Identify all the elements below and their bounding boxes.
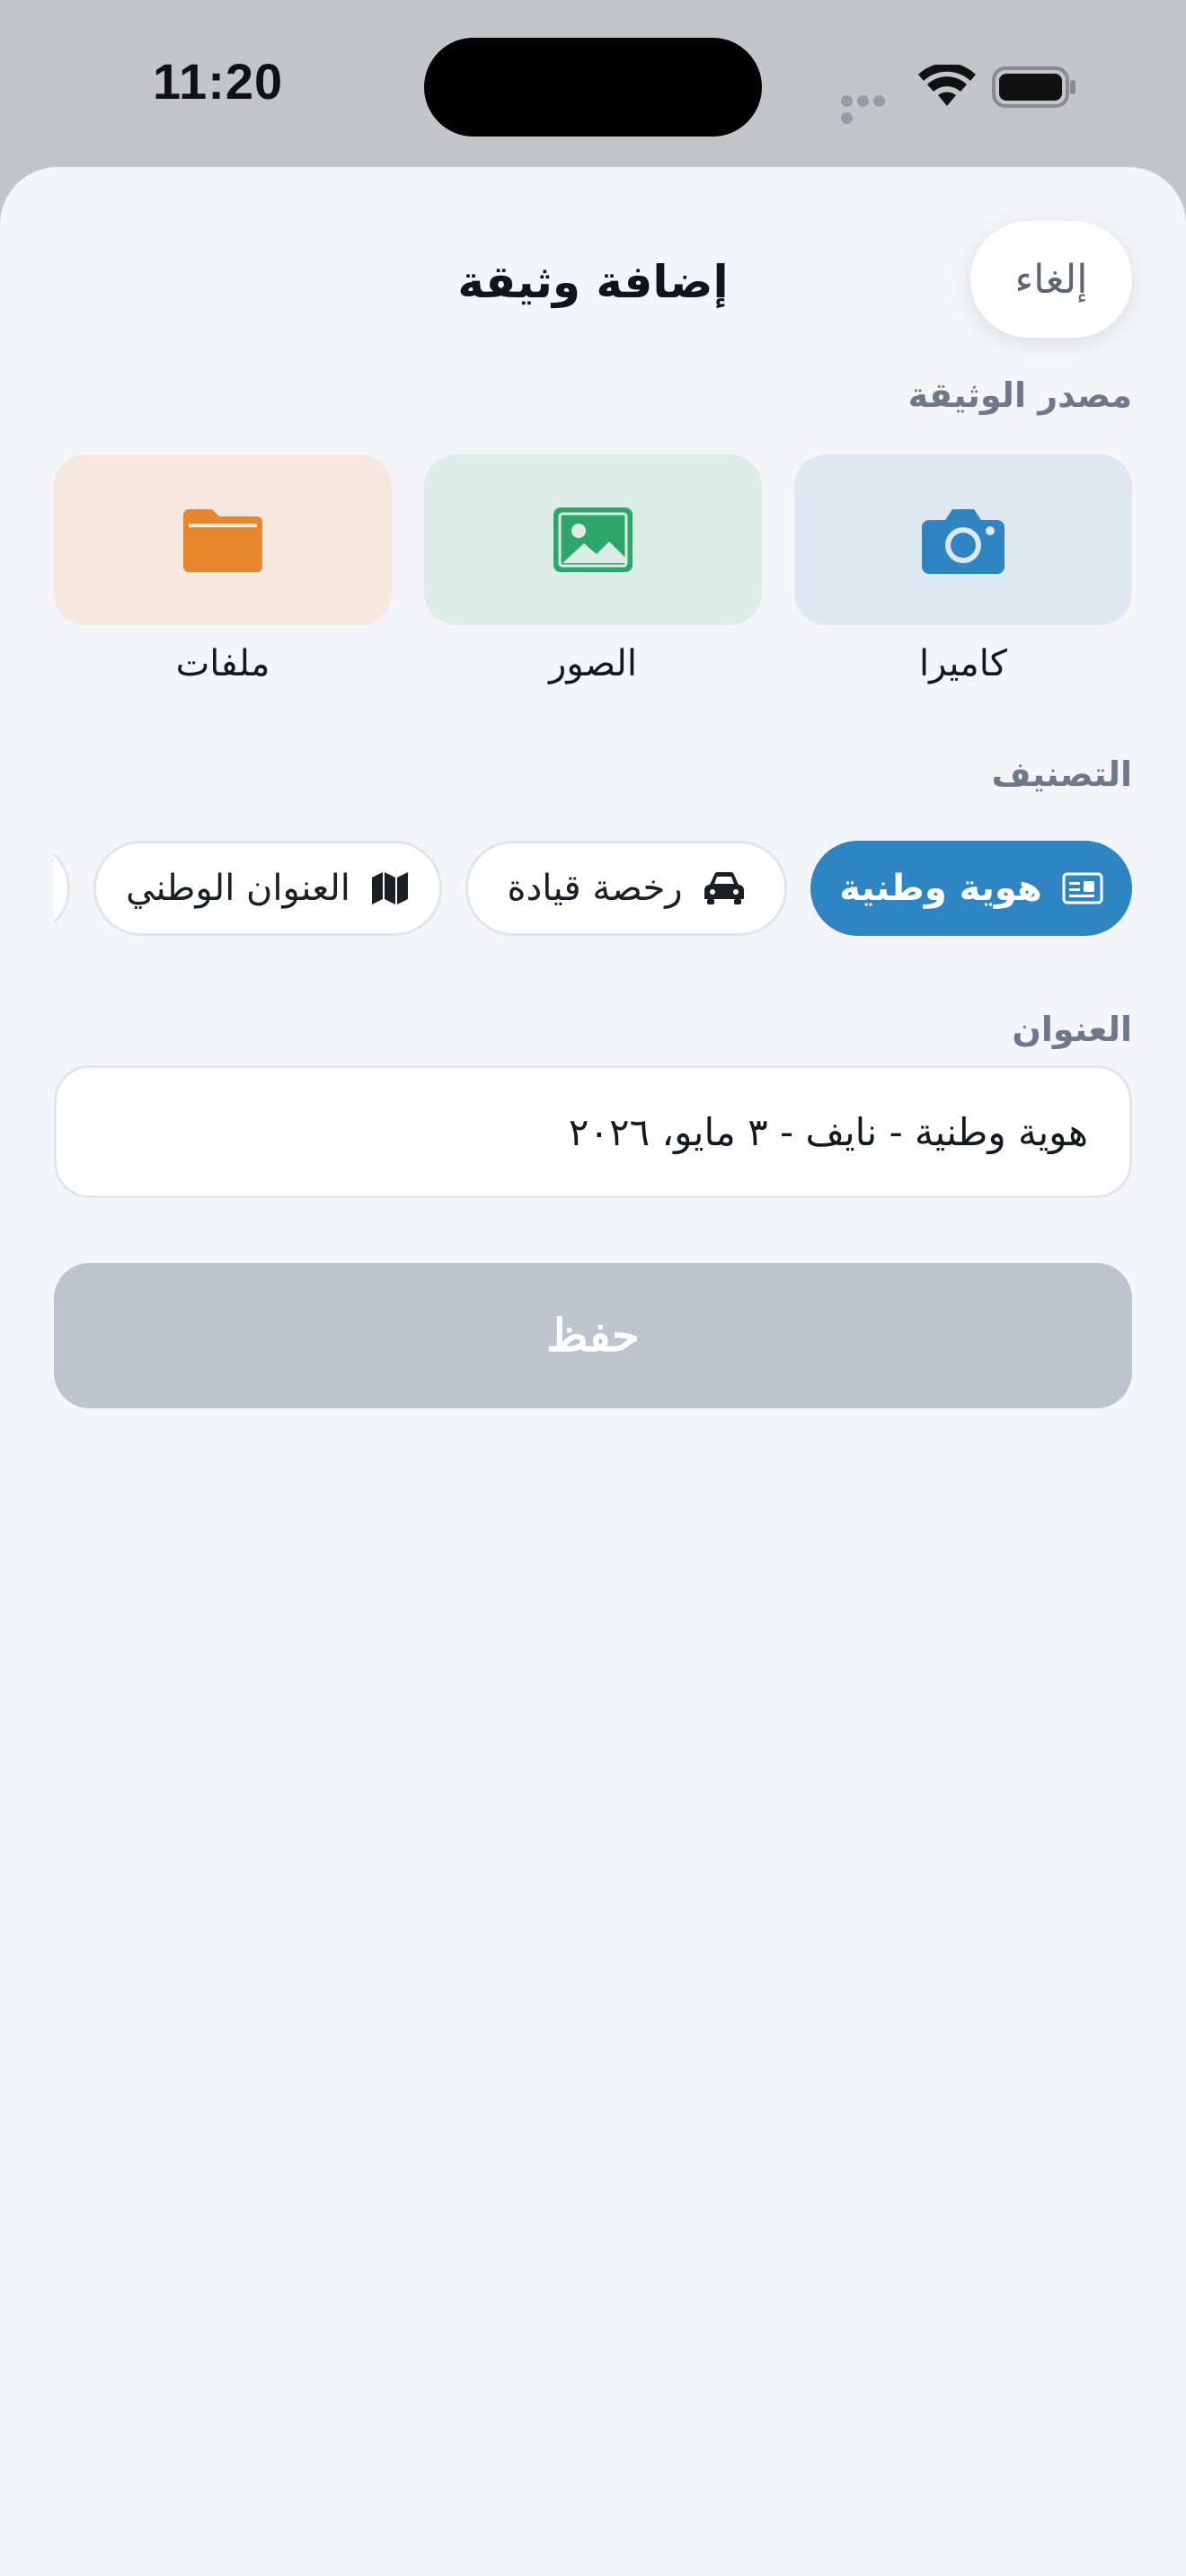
chip-driving-license-label: رخصة قيادة <box>507 868 683 909</box>
chip-national-id[interactable]: هوية وطنية <box>810 841 1132 936</box>
chip-national-id-label: هوية وطنية <box>839 868 1042 909</box>
photos-source-button[interactable] <box>424 454 762 625</box>
photo-icon <box>553 507 633 572</box>
cancel-button[interactable]: إلغاء <box>970 221 1132 338</box>
id-card-icon <box>1062 872 1103 904</box>
battery-icon <box>992 66 1075 108</box>
camera-icon <box>922 509 1005 574</box>
title-input[interactable] <box>54 1065 1132 1198</box>
camera-label: كاميرا <box>919 643 1007 684</box>
source-section-label: مصدر الوثيقة <box>907 375 1132 415</box>
camera-source-button[interactable] <box>794 454 1132 625</box>
status-time: 11:20 <box>153 53 284 110</box>
dynamic-island <box>424 38 762 137</box>
title-section-label: العنوان <box>1012 1010 1132 1049</box>
save-button[interactable]: حفظ <box>54 1263 1132 1408</box>
status-bar: 11:20 <box>0 0 1186 162</box>
wifi-icon <box>918 65 976 106</box>
chip-more[interactable] <box>54 841 70 936</box>
category-chips: هوية وطنية رخصة قيادة العنوان الوطني <box>54 835 1132 947</box>
add-document-sheet: إلغاء إضافة وثيقة مصدر الوثيقة كاميرا ال… <box>0 167 1186 2576</box>
cellular-signal-icon <box>841 93 904 124</box>
category-section-label: التصنيف <box>991 754 1132 794</box>
photos-label: الصور <box>549 643 637 684</box>
map-icon <box>371 872 408 904</box>
page-title: إضافة وثيقة <box>457 256 729 308</box>
screen: 11:20 إلغاء إضافة وثيقة مصدر الوثيقة كام… <box>0 0 1186 2576</box>
folder-icon <box>183 509 262 572</box>
chip-national-address[interactable]: العنوان الوطني <box>93 841 442 936</box>
chip-national-address-label: العنوان الوطني <box>126 868 350 909</box>
files-label: ملفات <box>175 643 270 684</box>
car-icon <box>704 871 744 904</box>
files-source-button[interactable] <box>54 454 392 625</box>
chip-driving-license[interactable]: رخصة قيادة <box>465 841 787 936</box>
